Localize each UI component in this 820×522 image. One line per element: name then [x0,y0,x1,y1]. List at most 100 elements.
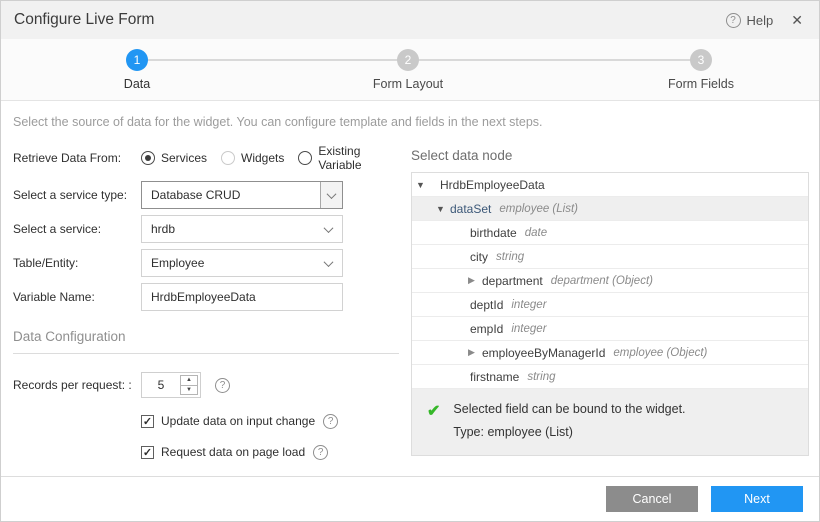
intro-text: Select the source of data for the widget… [1,101,819,129]
tree-node-name: deptId [470,298,503,312]
select-a-service-dropdown[interactable]: hrdb [141,215,343,243]
spinner-down-icon[interactable]: ▼ [181,386,197,395]
dialog-title: Configure Live Form [14,11,154,29]
dropdown-value: Database CRUD [142,188,240,202]
next-button[interactable]: Next [711,486,803,512]
checkbox-update-data-on-input-change[interactable]: ✓ [141,415,154,428]
tree-node-deptid[interactable]: deptIdinteger [412,293,808,317]
checkbox-request-data-on-page-load[interactable]: ✓ [141,446,154,459]
field-row-table-entity: Table/Entity:Employee [13,249,399,277]
tree-node-name: dataSet [450,202,491,216]
close-icon[interactable]: ✕ [791,12,803,29]
table-entity-label: Table/Entity: [13,256,141,270]
radio-services[interactable]: Services [141,151,207,165]
tree-node-city[interactable]: citystring [412,245,808,269]
expand-right-icon[interactable]: ▶ [468,347,482,358]
expand-down-icon[interactable]: ▼ [416,180,440,190]
radio-circle-icon[interactable] [221,151,235,165]
tree-node-type: string [496,251,524,263]
checkbox-row-request-data-on-page-load: ✓Request data on page load? [141,444,399,460]
tree-node-name: department [482,274,543,288]
variable-name-input[interactable]: HrdbEmployeeData [141,283,343,311]
tree-node-firstname[interactable]: firstname string [412,365,808,389]
tree-node-birthdate[interactable]: birthdatedate [412,221,808,245]
tree-node-hrdbemployeedata[interactable]: ▼HrdbEmployeeData [412,173,808,197]
binding-info-panel: ✔ Selected field can be bound to the widg… [412,389,808,455]
retrieve-data-from-row: Retrieve Data From: ServicesWidgetsExist… [13,149,399,167]
data-source-form: Retrieve Data From: Services Widgets Exist… [13,145,399,460]
tree-node-name: employeeByManagerId [482,346,605,360]
wizard-stepper: 1 Data 2 Form Layout 3 Form Fields [1,39,819,101]
step-form-fields[interactable]: 3 Form Fields [631,49,771,91]
tree-node-type: string [527,371,555,383]
binding-info-line2: Type: employee (List) [453,421,685,444]
help-link[interactable]: Help [747,13,774,28]
select-data-node-title: Select data node [411,148,809,163]
dialog-footer: Cancel Next [1,476,819,521]
binding-info-line1: Selected field can be bound to the widge… [453,398,685,421]
tree-node-type: employee (Object) [613,347,707,359]
checkbox-help-icon[interactable]: ? [313,445,328,460]
chevron-down-icon [324,223,334,233]
section-divider [13,353,399,354]
field-row-select-a-service: Select a service:hrdb [13,215,399,243]
spinner-up-icon[interactable]: ▲ [181,376,197,386]
radio-circle-icon[interactable] [141,151,155,165]
step-label: Data [67,77,207,91]
records-per-request-label: Records per request: : [13,378,141,392]
radio-widgets[interactable]: Widgets [221,151,284,165]
records-per-request-value[interactable]: 5 [142,378,180,392]
help-icon[interactable]: ? [726,13,741,28]
expand-right-icon[interactable]: ▶ [468,275,482,286]
binding-info-text: Selected field can be bound to the widge… [453,398,685,444]
input-value: HrdbEmployeeData [142,290,256,304]
step-label: Form Layout [338,77,478,91]
chevron-down-icon [327,189,337,199]
records-help-icon[interactable]: ? [215,378,230,393]
records-per-request-stepper[interactable]: 5 ▲ ▼ [141,372,201,398]
data-configuration-title: Data Configuration [13,329,399,344]
tree-node-empid[interactable]: empId integer [412,317,808,341]
step-number-badge: 1 [126,49,148,71]
expand-down-icon[interactable]: ▼ [436,204,450,214]
tree-node-name: birthdate [470,226,517,240]
checkbox-help-icon[interactable]: ? [323,414,338,429]
step-number-badge: 3 [690,49,712,71]
tree-node-name: firstname [470,370,519,384]
checkbox-row-update-data-on-input-change: ✓ Update data on input change? [141,413,399,429]
radio-existing-variable[interactable]: Existing Variable [298,144,385,172]
tree-node-employeebymanagerid[interactable]: ▶employeeByManagerId employee (Object) [412,341,808,365]
select-a-service-label: Select a service: [13,222,141,236]
tree-node-department[interactable]: ▶department department (Object) [412,269,808,293]
dropdown-value: Employee [142,256,204,270]
step-data[interactable]: 1 Data [67,49,207,91]
dialog-content: Retrieve Data From: Services Widgets Exist… [1,145,819,460]
success-check-icon: ✔ [427,401,440,444]
tree-node-name: empId [470,322,503,336]
checkbox-label: Update data on input change [161,414,315,428]
variable-name-label: Variable Name: [13,290,141,304]
radio-label: Services [161,151,207,165]
select-a-service-type-label: Select a service type: [13,188,141,202]
service-fields: Select a service type:Database CRUDSelec… [13,181,399,311]
tree-node-type: department (Object) [551,275,653,287]
step-number-badge: 2 [397,49,419,71]
radio-circle-icon[interactable] [298,151,312,165]
tree-node-name: HrdbEmployeeData [440,178,545,192]
retrieve-data-from-label: Retrieve Data From: [13,151,141,165]
select-a-service-type-dropdown[interactable]: Database CRUD [141,181,343,209]
dropdown-value: hrdb [142,222,175,236]
data-node-panel: Select data node ▼HrdbEmployeeData▼dataS… [411,145,809,460]
field-row-select-a-service-type: Select a service type:Database CRUD [13,181,399,209]
dropdown-arrow-button[interactable] [320,182,342,208]
header-actions: ? Help ✕ [726,12,803,29]
retrieve-data-from-radio-group: Services Widgets Existing Variable [141,144,399,172]
dialog-header: Configure Live Form ? Help ✕ [1,1,819,39]
tree-node-type: integer [511,323,546,335]
step-form-layout[interactable]: 2 Form Layout [338,49,478,91]
table-entity-dropdown[interactable]: Employee [141,249,343,277]
cancel-button[interactable]: Cancel [606,486,698,512]
tree-node-dataset[interactable]: ▼dataSetemployee (List) [412,197,808,221]
step-label: Form Fields [631,77,771,91]
field-row-variable-name: Variable Name:HrdbEmployeeData [13,283,399,311]
